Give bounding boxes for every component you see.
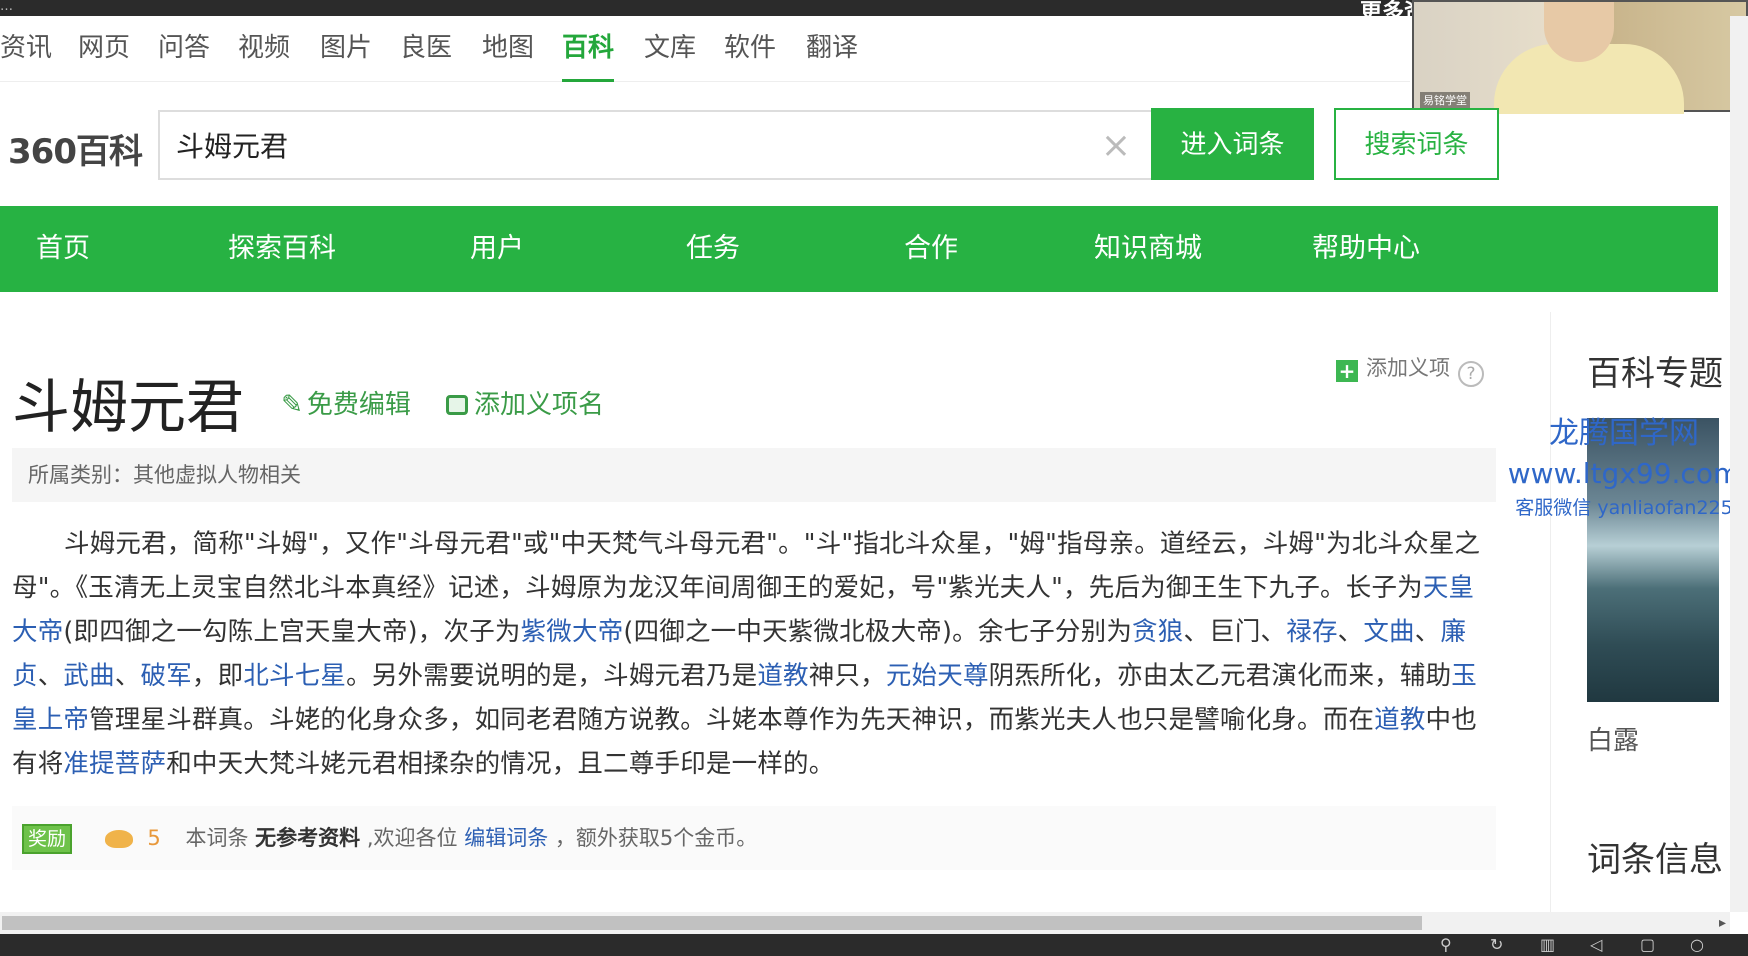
webcam-overlay: 易铭学堂: [1412, 0, 1748, 114]
entry-text-segment: 阴炁所化，亦由太乙元君演化而来，辅助: [988, 661, 1452, 691]
right-sidebar: 百科专题 白露 词条信息: [1550, 312, 1748, 912]
entry-text-segment: ，即: [191, 661, 244, 691]
entry-inline-link[interactable]: 破军: [141, 661, 192, 691]
enter-entry-button[interactable]: 进入词条: [1151, 108, 1314, 180]
main-nav-tasks[interactable]: 任务: [686, 206, 740, 292]
free-edit-label: 免费编辑: [306, 389, 411, 420]
add-name-link[interactable]: 添加义项名: [446, 384, 604, 421]
nav-item-news[interactable]: 资讯: [0, 28, 52, 68]
entry-text-segment: 、: [114, 661, 141, 691]
search-category-nav: 资讯 网页 问答 视频 图片 良医 地图 百科 文库 软件 翻译: [0, 16, 1410, 82]
pencil-icon: ✎: [281, 389, 303, 420]
entry-text-segment: 、: [37, 661, 64, 691]
volume-icon[interactable]: ◁: [1590, 936, 1602, 954]
entry-inline-link[interactable]: 北斗七星: [243, 661, 346, 691]
entry-text-segment: 和中天大梵斗姥元君相揉杂的情况，且二尊手印是一样的。: [166, 749, 835, 779]
topic-heading: 百科专题: [1587, 354, 1723, 394]
edit-entry-link[interactable]: 编辑词条: [464, 826, 548, 850]
entry-inline-link[interactable]: 道教: [757, 661, 808, 691]
refresh-icon[interactable]: ↻: [1490, 936, 1503, 954]
nav-item-images[interactable]: 图片: [320, 28, 372, 68]
entry-summary: 斗姆元君，简称"斗姆"，又作"斗母元君"或"中天梵气斗母元君"。"斗"指北斗众星…: [12, 522, 1492, 786]
entry-inline-link[interactable]: 准提菩萨: [63, 749, 166, 779]
entry-title-row: 斗姆元君 ✎ 免费编辑 添加义项名: [12, 360, 604, 441]
entry-main: + 添加义项? 斗姆元君 ✎ 免费编辑 添加义项名 所属类别：其他虚拟人物相关 斗姆…: [0, 312, 1550, 912]
vertical-scrollbar[interactable]: [1730, 16, 1748, 912]
entry-text-segment: 神只，: [808, 661, 886, 691]
scroll-right-arrow-icon[interactable]: ▸: [1719, 912, 1726, 934]
entry-title: 斗姆元君: [12, 373, 245, 441]
reward-no-reference: 无参考资料: [255, 826, 361, 850]
reward-mid: ,欢迎各位: [366, 826, 458, 850]
entry-inline-link[interactable]: 文曲: [1363, 617, 1414, 647]
watermark-line2: www.ltgx99.com: [1507, 457, 1741, 490]
top-strip-text: …: [0, 0, 13, 14]
nav-item-translate[interactable]: 翻译: [806, 28, 858, 68]
pin-icon[interactable]: ⚲: [1440, 936, 1452, 954]
watermark: 龙腾国学网 www.ltgx99.com 客服微信 yanliaofan225: [1500, 414, 1748, 522]
taskbar: ⚲ ↻ ▥ ◁ ▢ ○: [0, 934, 1748, 956]
nav-item-qa[interactable]: 问答: [158, 28, 210, 68]
reward-bar: 奖励 5 本词条 无参考资料 ,欢迎各位 编辑词条 ，额外获取5个金币。: [12, 806, 1496, 870]
add-name-icon: [446, 394, 469, 415]
search-box: ×: [158, 110, 1151, 180]
main-nav-explore[interactable]: 探索百科: [228, 206, 336, 292]
topic-caption[interactable]: 白露: [1587, 720, 1639, 757]
nav-item-wenku[interactable]: 文库: [644, 28, 696, 68]
entry-inline-link[interactable]: 元始天尊: [886, 661, 989, 691]
entry-text-segment: 斗姆元君，简称"斗姆"，又作"斗母元君"或"中天梵气斗母元君"。"斗"指北斗众星…: [12, 529, 1481, 603]
nav-item-doctor[interactable]: 良医: [400, 28, 452, 68]
webcam-label: 易铭学堂: [1420, 92, 1470, 108]
entry-text-segment: 、: [1337, 617, 1364, 647]
nav-item-baike[interactable]: 百科: [562, 28, 615, 82]
reward-post: ，额外获取5个金币。: [554, 826, 758, 850]
entry-inline-link[interactable]: 贪狼: [1132, 617, 1183, 647]
entry-inline-link[interactable]: 禄存: [1286, 617, 1337, 647]
search-entry-button[interactable]: 搜索词条: [1334, 108, 1499, 180]
search-icon[interactable]: ○: [1690, 936, 1704, 954]
main-nav-users[interactable]: 用户: [470, 206, 524, 292]
entry-text-segment: 、: [1414, 617, 1441, 647]
main-nav: 首页 探索百科 用户 任务 合作 知识商城 帮助中心: [0, 206, 1718, 292]
main-nav-help[interactable]: 帮助中心: [1312, 206, 1420, 292]
main-nav-home[interactable]: 首页: [36, 206, 90, 292]
nav-item-web[interactable]: 网页: [78, 28, 130, 68]
clear-icon[interactable]: ×: [1101, 124, 1131, 168]
help-icon[interactable]: ?: [1458, 361, 1484, 387]
nav-item-software[interactable]: 软件: [724, 28, 776, 68]
plus-icon: +: [1336, 360, 1358, 382]
entry-text-segment: 管理星斗群真。斗姥的化身众多，如同老君随方说教。斗姥本尊作为先天神识，而紫光夫人…: [89, 705, 1375, 735]
entry-text-segment: 。另外需要说明的是，斗姆元君乃是: [346, 661, 758, 691]
search-input[interactable]: [176, 122, 1076, 168]
horizontal-scrollbar[interactable]: ▸: [0, 912, 1730, 934]
reward-coins: 5: [147, 826, 161, 850]
watermark-line3: 客服微信 yanliaofan225: [1515, 497, 1733, 519]
horizontal-scroll-thumb[interactable]: [2, 916, 1422, 930]
main-nav-knowledge-mall[interactable]: 知识商城: [1094, 206, 1202, 292]
window-icon[interactable]: ▢: [1640, 936, 1655, 954]
trash-icon[interactable]: ▥: [1540, 936, 1555, 954]
entry-inline-link[interactable]: 紫微大帝: [521, 617, 624, 647]
entry-inline-link[interactable]: 武曲: [63, 661, 114, 691]
watermark-line1: 龙腾国学网: [1549, 416, 1699, 451]
coin-icon: [104, 830, 133, 848]
entry-text-segment: (即四御之一勾陈上宫天皇大帝)，次子为: [63, 617, 521, 647]
nav-item-video[interactable]: 视频: [238, 28, 290, 68]
main-nav-cooperation[interactable]: 合作: [904, 206, 958, 292]
entry-info-heading: 词条信息: [1587, 840, 1723, 880]
reward-pre: 本词条: [185, 826, 249, 850]
add-meaning-link[interactable]: + 添加义项?: [1336, 352, 1484, 387]
entry-category: 所属类别：其他虚拟人物相关: [12, 448, 1496, 502]
reward-tag: 奖励: [22, 824, 73, 854]
add-meaning-label: 添加义项: [1366, 356, 1450, 380]
add-name-label: 添加义项名: [474, 389, 605, 420]
site-logo[interactable]: 360百科: [8, 124, 143, 173]
entry-text-segment: (四御之一中天紫微北极大帝)。余七子分别为: [623, 617, 1133, 647]
free-edit-link[interactable]: ✎ 免费编辑: [281, 384, 411, 421]
nav-item-map[interactable]: 地图: [482, 28, 534, 68]
entry-inline-link[interactable]: 道教: [1374, 705, 1425, 735]
entry-text-segment: 、巨门、: [1183, 617, 1287, 647]
